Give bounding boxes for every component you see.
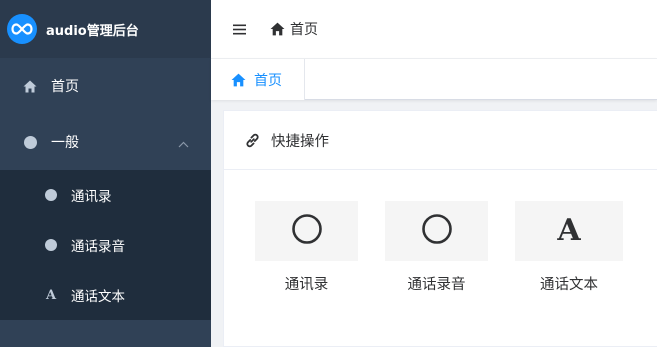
circle-outline-icon	[291, 213, 323, 249]
shortcut-icon-box[interactable]	[385, 201, 488, 261]
home-icon	[231, 73, 246, 87]
shortcut-label: 通话文本	[540, 277, 598, 293]
shortcut-call-recordings[interactable]: 通话录音	[385, 201, 488, 294]
submenu-general: 通讯录 通话录音 A 通话文本	[0, 170, 211, 320]
home-icon	[22, 78, 38, 94]
circle-outline-icon	[421, 213, 453, 249]
sidebar-item-label: 通话录音	[71, 239, 125, 255]
link-icon	[244, 132, 261, 149]
sidebar-item-label: 通话文本	[71, 289, 125, 305]
sidebar-item-label: 一般	[51, 135, 79, 151]
sidebar-item-call-text[interactable]: A 通话文本	[0, 270, 211, 320]
sidebar-item-label: 通讯录	[71, 189, 112, 205]
app-logo[interactable]: audio管理后台	[0, 0, 211, 58]
card-header: 快捷操作	[224, 111, 657, 170]
card-title: 快捷操作	[271, 133, 329, 150]
tag-home[interactable]: 首页	[211, 59, 305, 100]
circle-icon	[44, 238, 58, 252]
breadcrumb: 首页	[270, 19, 318, 39]
circle-icon	[44, 188, 58, 202]
shortcut-label: 通话录音	[407, 277, 466, 293]
tag-label: 首页	[254, 72, 282, 89]
shortcut-icon-box[interactable]	[255, 201, 358, 261]
circle-icon	[22, 134, 38, 150]
infinity-logo-icon	[7, 14, 37, 44]
chevron-up-icon	[178, 136, 189, 152]
tags-view: 首页	[211, 59, 657, 100]
letter-a-icon: A	[45, 287, 57, 303]
app-title: audio管理后台	[46, 23, 139, 39]
navbar: 首页	[211, 0, 657, 59]
sidebar-item-home[interactable]: 首页	[0, 58, 211, 114]
sidebar-filler	[0, 320, 211, 347]
sidebar-item-contacts[interactable]: 通讯录	[0, 170, 211, 220]
home-icon	[270, 22, 285, 36]
quick-actions-card: 快捷操作 通讯录 通话录音 A 通话文本	[223, 110, 657, 347]
shortcut-list: 通讯录 通话录音 A 通话文本	[224, 201, 657, 301]
letter-a-icon: A	[557, 213, 581, 248]
sidebar-item-general[interactable]: 一般	[0, 114, 211, 170]
shortcut-contacts[interactable]: 通讯录	[255, 201, 358, 294]
shortcut-icon-box[interactable]: A	[515, 201, 623, 261]
sidebar: audio管理后台 首页 一般 通讯录 通话录音 A 通话文本	[0, 0, 211, 347]
sidebar-item-label: 首页	[51, 79, 79, 95]
breadcrumb-item[interactable]: 首页	[290, 19, 318, 39]
shortcut-label: 通讯录	[284, 277, 329, 293]
hamburger-icon[interactable]	[233, 24, 246, 35]
sidebar-item-call-recordings[interactable]: 通话录音	[0, 220, 211, 270]
shortcut-call-text[interactable]: A 通话文本	[515, 201, 623, 294]
